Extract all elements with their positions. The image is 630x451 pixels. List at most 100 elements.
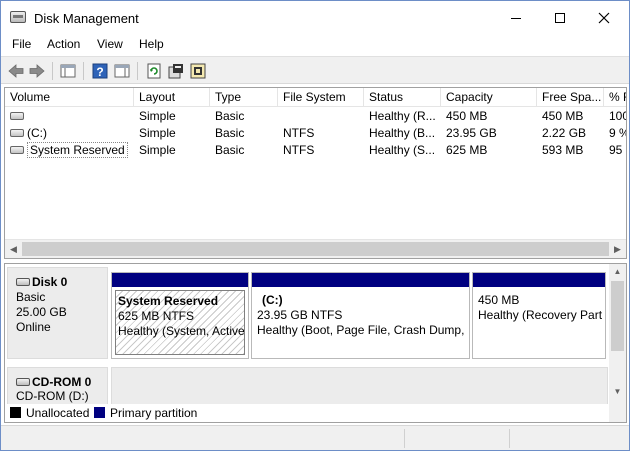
file-system-cell: NTFS — [283, 126, 315, 140]
cdrom-0-drive: CD-ROM (D:) — [16, 389, 89, 403]
legend-item-primary: Primary partition — [94, 406, 197, 420]
file-system-cell: NTFS — [283, 143, 315, 157]
disk-0-state: Online — [16, 320, 51, 334]
status-cell: Healthy (R... — [369, 109, 436, 123]
volume-list-header: Volume Layout Type File System Status Ca… — [5, 88, 626, 107]
disk-0-label[interactable]: Disk 0 Basic 25.00 GB Online — [7, 267, 108, 359]
column-header-percent-free[interactable]: % F — [604, 88, 626, 107]
column-header-type[interactable]: Type — [210, 88, 278, 107]
partition-status: Healthy (Boot, Page File, Crash Dump, — [257, 323, 465, 337]
legend-label: Primary partition — [110, 406, 198, 420]
menu-help[interactable]: Help — [139, 37, 164, 51]
legend: Unallocated Primary partition — [5, 404, 609, 422]
percent-free-cell: 9 % — [609, 126, 626, 140]
toolbar-separator — [52, 62, 53, 80]
free-space-cell: 593 MB — [542, 143, 584, 157]
maximize-icon — [555, 13, 565, 24]
volume-name: System Reserved — [27, 142, 128, 158]
help-icon[interactable]: ? — [91, 62, 109, 80]
volume-list: Volume Layout Type File System Status Ca… — [4, 87, 627, 259]
volume-name: (C:) — [27, 126, 47, 140]
scroll-left-icon[interactable]: ◀ — [5, 240, 22, 258]
legend-label: Unallocated — [26, 406, 90, 420]
refresh-icon[interactable] — [145, 62, 163, 80]
partition-body: System Reserved 625 MB NTFS Healthy (Sys… — [115, 290, 245, 355]
primary-partition-bar — [112, 273, 248, 287]
toolbar-separator — [83, 62, 84, 80]
capacity-cell: 625 MB — [446, 143, 488, 157]
type-cell: Basic — [215, 143, 245, 157]
partition-status: Healthy (System, Active — [118, 324, 244, 338]
layout-cell: Simple — [139, 126, 176, 140]
partition-system-reserved[interactable]: System Reserved 625 MB NTFS Healthy (Sys… — [111, 272, 249, 359]
toolbar: ? — [1, 56, 629, 84]
column-header-capacity[interactable]: Capacity — [441, 88, 537, 107]
partition-size: 450 MB — [478, 293, 520, 307]
horizontal-scrollbar[interactable]: ◀ ▶ — [5, 239, 626, 258]
partition-body: (C:) 23.95 GB NTFS Healthy (Boot, Page F… — [255, 290, 466, 355]
type-cell: Basic — [215, 109, 245, 123]
partition-recovery[interactable]: 450 MB Healthy (Recovery Part — [472, 272, 606, 359]
title-bar: Disk Management — [1, 1, 629, 34]
cdrom-0-label[interactable]: CD-ROM 0 CD-ROM (D:) — [7, 367, 108, 407]
vertical-scroll-thumb[interactable] — [611, 281, 624, 351]
partition-c-drive[interactable]: (C:) 23.95 GB NTFS Healthy (Boot, Page F… — [251, 272, 470, 359]
close-button[interactable] — [581, 1, 627, 34]
minimize-button[interactable] — [493, 1, 539, 34]
toolbar-separator — [137, 62, 138, 80]
free-space-cell: 450 MB — [542, 109, 584, 123]
forward-arrow-icon[interactable] — [28, 62, 46, 80]
menu-view[interactable]: View — [97, 37, 123, 51]
free-space-cell: 2.22 GB — [542, 126, 587, 140]
back-arrow-icon[interactable] — [7, 62, 25, 80]
volume-row[interactable]: System Reserved Simple Basic NTFS Health… — [5, 142, 626, 159]
column-header-status[interactable]: Status — [364, 88, 441, 107]
volume-cell: (C:) — [5, 125, 134, 142]
disk-0-type: Basic — [16, 290, 46, 304]
scroll-down-icon[interactable]: ▼ — [609, 384, 626, 400]
menu-bar: File Action View Help — [1, 34, 629, 55]
legend-item-unallocated: Unallocated — [10, 406, 89, 420]
scroll-right-icon[interactable]: ▶ — [609, 240, 626, 258]
properties-icon[interactable] — [167, 62, 185, 80]
primary-partition-bar — [252, 273, 469, 287]
layout-cell: Simple — [139, 143, 176, 157]
disk-graphical-view: Disk 0 Basic 25.00 GB Online System Rese… — [4, 263, 627, 423]
percent-free-cell: 95 — [609, 143, 623, 157]
window-title: Disk Management — [34, 11, 139, 26]
unallocated-swatch — [10, 407, 21, 419]
status-cell: Healthy (B... — [369, 126, 436, 140]
volume-row[interactable]: Simple Basic Healthy (R... 450 MB 450 MB… — [5, 108, 626, 125]
partition-body: 450 MB Healthy (Recovery Part — [476, 290, 602, 355]
disk-management-window: Disk Management File Action View Help ? — [0, 0, 630, 451]
show-hide-action-pane-icon[interactable] — [113, 62, 131, 80]
column-header-free-space[interactable]: Free Spa... — [537, 88, 604, 107]
volume-cell — [5, 108, 134, 125]
menu-file[interactable]: File — [12, 37, 31, 51]
vertical-scrollbar[interactable]: ▲ ▼ — [609, 264, 626, 422]
cdrom-icon — [16, 377, 30, 386]
disk-graphical-area: Disk 0 Basic 25.00 GB Online System Rese… — [5, 264, 609, 422]
maximize-button[interactable] — [537, 1, 583, 34]
volume-icon — [10, 128, 24, 137]
volume-cell: System Reserved — [5, 142, 134, 159]
volume-icon — [10, 111, 24, 120]
type-cell: Basic — [215, 126, 245, 140]
status-bar — [1, 425, 629, 450]
horizontal-scroll-thumb[interactable] — [22, 242, 609, 256]
disk-icon — [16, 277, 30, 286]
menu-action[interactable]: Action — [47, 37, 80, 51]
scroll-up-icon[interactable]: ▲ — [609, 264, 626, 280]
primary-partition-swatch — [94, 407, 105, 419]
rescan-disks-icon[interactable] — [189, 62, 207, 80]
column-header-file-system[interactable]: File System — [278, 88, 364, 107]
column-header-volume[interactable]: Volume — [5, 88, 134, 107]
partition-title: (C:) — [262, 293, 283, 307]
column-header-layout[interactable]: Layout — [134, 88, 210, 107]
cdrom-0-name: CD-ROM 0 — [32, 375, 92, 389]
volume-row[interactable]: (C:) Simple Basic NTFS Healthy (B... 23.… — [5, 125, 626, 142]
layout-cell: Simple — [139, 109, 176, 123]
cdrom-0-area[interactable] — [111, 367, 608, 407]
minimize-icon — [511, 17, 521, 19]
show-hide-console-tree-icon[interactable] — [59, 62, 77, 80]
